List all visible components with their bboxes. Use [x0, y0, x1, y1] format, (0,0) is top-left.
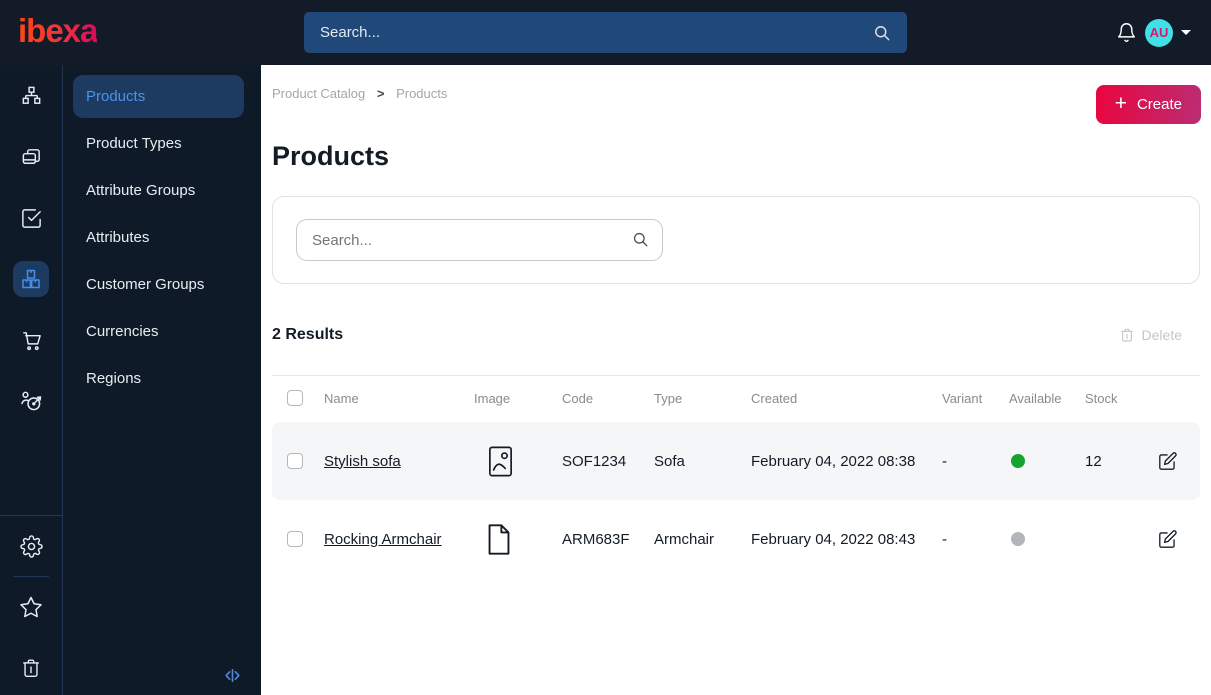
column-header-available: Available	[1009, 390, 1062, 406]
rail-item-settings[interactable]	[13, 528, 49, 564]
edit-icon	[1159, 529, 1177, 548]
row-checkbox[interactable]	[287, 531, 303, 547]
available-status-dot	[1011, 454, 1025, 468]
app-root: ibexa AU	[0, 0, 1211, 695]
main-nav-rail	[0, 65, 63, 695]
global-search[interactable]	[304, 12, 907, 53]
column-header-created[interactable]: Created	[751, 391, 942, 406]
personalization-target-icon	[21, 391, 42, 411]
edit-button[interactable]	[1157, 529, 1192, 550]
sidebar-item-regions[interactable]: Regions	[73, 357, 244, 400]
sidebar-item-customer-groups[interactable]: Customer Groups	[73, 263, 244, 306]
column-header-name[interactable]: Name	[324, 391, 474, 406]
shopping-cart-icon	[22, 331, 41, 350]
content-tree-icon	[22, 86, 40, 104]
product-variant: -	[942, 452, 947, 470]
star-icon	[20, 596, 42, 618]
product-code: ARM683F	[562, 530, 630, 548]
search-panel	[272, 196, 1200, 284]
breadcrumb-products[interactable]: Products	[396, 86, 447, 101]
column-header-code[interactable]: Code	[562, 391, 654, 406]
rail-divider	[13, 576, 49, 577]
global-search-input[interactable]	[304, 24, 872, 41]
main-content: Product Catalog > Products + Create Prod…	[261, 65, 1211, 695]
topbar-right: AU	[1116, 0, 1191, 65]
product-created: February 04, 2022 08:43	[751, 530, 916, 548]
page-title: Products	[272, 141, 390, 171]
products-table: Name Image Code Type Created Variant Ava…	[272, 375, 1200, 578]
results-count: 2 Results	[272, 326, 344, 343]
rail-item-tasks[interactable]	[13, 200, 49, 236]
breadcrumb: Product Catalog > Products	[272, 86, 1200, 101]
rail-item-commerce[interactable]	[13, 322, 49, 358]
product-name-link[interactable]: Stylish sofa	[324, 453, 474, 470]
edit-button[interactable]	[1157, 451, 1192, 472]
sidebar-item-product-types[interactable]: Product Types	[73, 122, 244, 165]
product-image-cell	[486, 523, 562, 556]
sidebar-item-attribute-groups[interactable]: Attribute Groups	[73, 169, 244, 212]
product-stock: 12	[1085, 452, 1102, 470]
available-status-dot	[1011, 532, 1025, 546]
product-type: Armchair	[654, 530, 715, 548]
rail-item-bookmarks[interactable]	[13, 589, 49, 625]
rail-top-group	[0, 65, 62, 419]
rail-item-product-catalog[interactable]	[13, 261, 49, 297]
select-all-checkbox[interactable]	[287, 390, 303, 406]
column-header-stock: Stock	[1085, 390, 1118, 406]
results-bar: 2 Results Delete	[272, 326, 1200, 344]
table-header: Name Image Code Type Created Variant Ava…	[272, 375, 1200, 422]
breadcrumb-separator: >	[376, 86, 385, 101]
product-created: February 04, 2022 08:38	[751, 452, 916, 470]
breadcrumb-product-catalog[interactable]: Product Catalog	[272, 86, 365, 101]
delete-button-label: Delete	[1141, 327, 1182, 343]
topbar: ibexa AU	[0, 0, 1211, 65]
search-icon[interactable]	[872, 23, 892, 43]
rail-divider	[0, 515, 62, 516]
plus-icon: +	[1114, 92, 1127, 115]
product-boxes-icon	[22, 269, 40, 289]
product-type: Sofa	[654, 452, 685, 470]
sidebar-item-attributes[interactable]: Attributes	[73, 216, 244, 259]
table-row: Stylish sofa SOF1234 Sofa February 04, 2…	[272, 422, 1200, 500]
ibexa-logo[interactable]: ibexa	[18, 12, 98, 50]
image-icon	[489, 446, 512, 476]
check-square-icon	[21, 208, 41, 228]
rail-item-pages[interactable]	[13, 139, 49, 175]
create-button[interactable]: + Create	[1095, 85, 1201, 124]
column-header-type[interactable]: Type	[654, 391, 751, 406]
trash-icon	[1120, 328, 1133, 342]
pages-icon	[22, 148, 40, 164]
gear-icon	[19, 534, 43, 558]
catalog-sidebar: Products Product Types Attribute Groups …	[63, 65, 261, 695]
create-button-label: Create	[1136, 96, 1182, 113]
avatar[interactable]: AU	[1145, 18, 1173, 47]
rail-item-trash[interactable]	[13, 650, 49, 686]
table-row: Rocking Armchair ARM683F Armchair Februa…	[272, 500, 1200, 578]
column-header-variant: Variant	[942, 390, 983, 406]
file-icon	[488, 523, 510, 555]
trash-icon	[22, 659, 40, 677]
row-checkbox[interactable]	[287, 453, 303, 469]
edit-icon	[1159, 451, 1177, 470]
delete-button[interactable]: Delete	[1119, 327, 1182, 343]
user-menu-caret-icon[interactable]	[1181, 30, 1191, 35]
product-name-link[interactable]: Rocking Armchair	[324, 531, 474, 548]
notifications-bell-icon[interactable]	[1116, 22, 1137, 43]
product-search-input[interactable]	[296, 219, 663, 261]
column-header-image: Image	[474, 390, 511, 406]
rail-item-personalization[interactable]	[13, 383, 49, 419]
product-variant: -	[942, 530, 947, 548]
search-icon[interactable]	[631, 230, 650, 249]
sidebar-item-currencies[interactable]: Currencies	[73, 310, 244, 353]
sidebar-item-products[interactable]: Products	[73, 75, 244, 118]
product-code: SOF1234	[562, 452, 627, 470]
product-image-cell	[486, 445, 562, 478]
sidebar-collapse-icon[interactable]	[223, 666, 242, 685]
rail-item-content-tree[interactable]	[13, 78, 49, 114]
search-field	[296, 219, 663, 261]
